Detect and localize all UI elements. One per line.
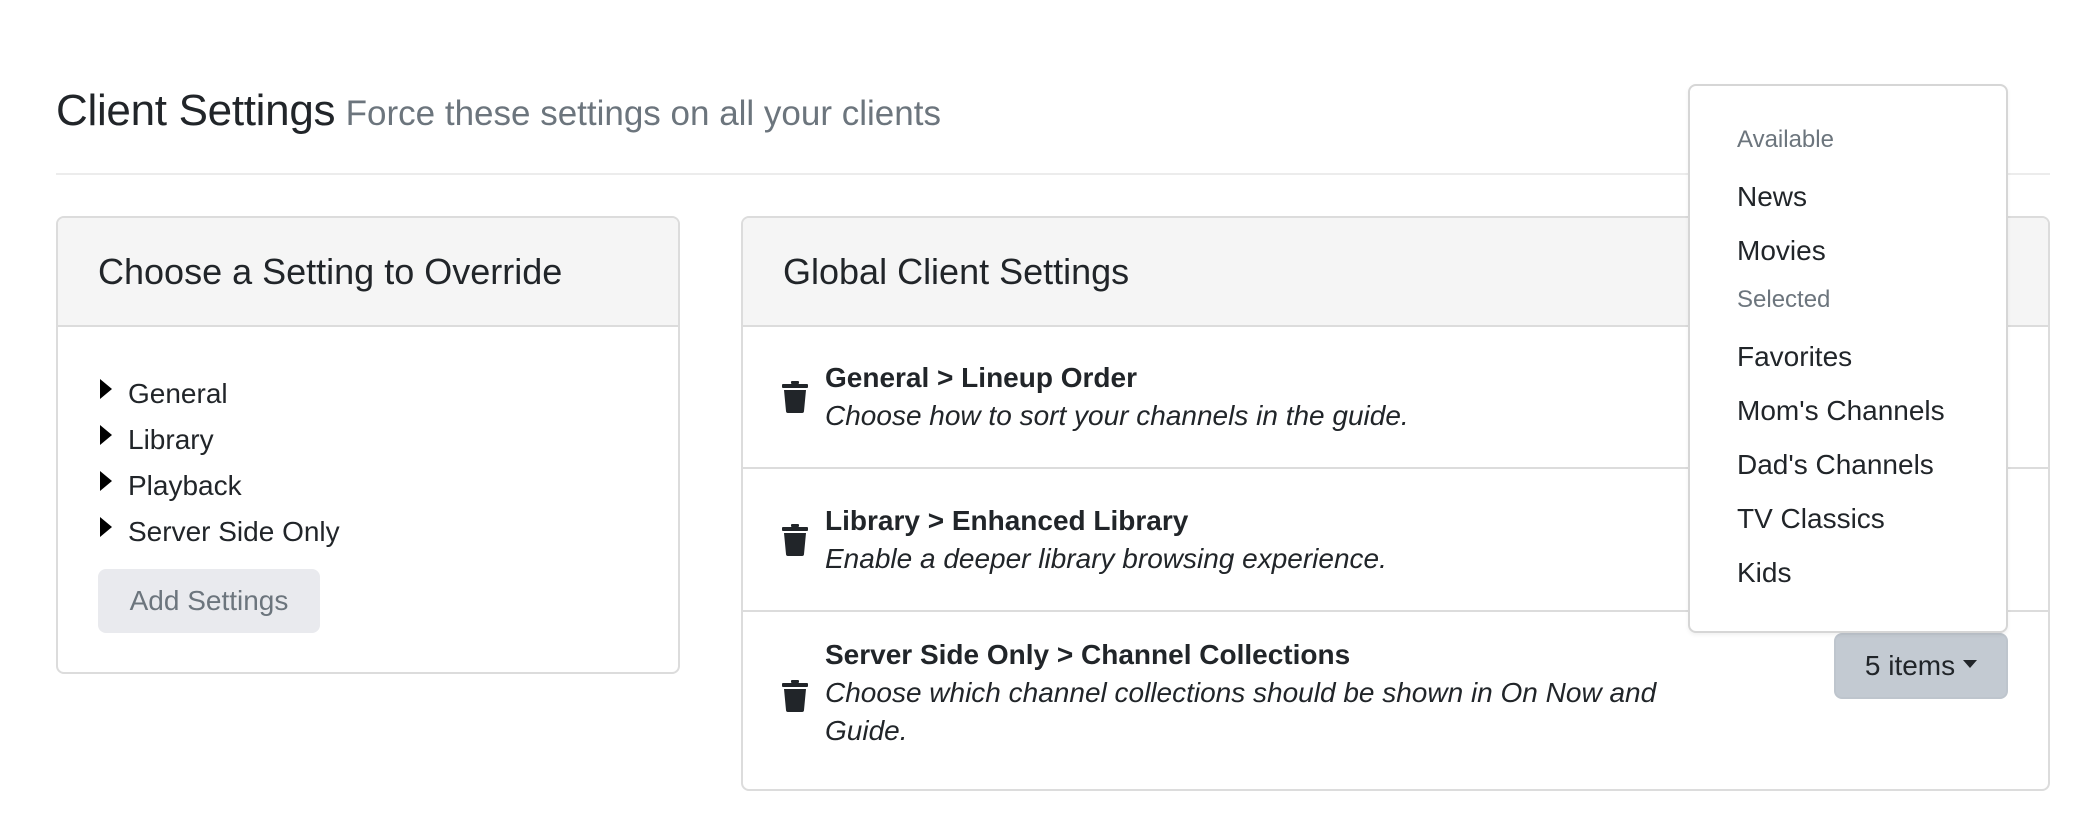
channel-collections-dropdown-menu: Available News Movies Selected Favorites… xyxy=(1688,84,2008,633)
setting-text: Library > Enhanced Library Enable a deep… xyxy=(825,502,1387,578)
trash-icon[interactable] xyxy=(781,523,809,556)
trash-icon[interactable] xyxy=(781,680,809,712)
channel-collections-dropdown-button[interactable]: 5 items xyxy=(1834,633,2008,699)
setting-category-tree: General Library Playback Server Side Onl… xyxy=(58,327,678,555)
caret-right-icon[interactable] xyxy=(100,471,112,491)
category-label: Server Side Only xyxy=(128,516,340,547)
category-label: General xyxy=(128,378,228,409)
page-title: Client Settings xyxy=(56,86,336,135)
dropdown-group-selected: Selected Favorites Mom's Channels Dad's … xyxy=(1690,278,2006,600)
dropdown-item[interactable]: Favorites xyxy=(1690,330,2006,384)
items-count-label: 5 items xyxy=(1864,650,1956,681)
choose-setting-card-header: Choose a Setting to Override xyxy=(58,218,678,327)
dropdown-item[interactable]: Dad's Channels xyxy=(1690,438,2006,492)
choose-setting-card: Choose a Setting to Override General Lib… xyxy=(56,216,680,674)
setting-title: Library > Enhanced Library xyxy=(825,504,1189,536)
setting-description: Enable a deeper library browsing experie… xyxy=(825,542,1387,574)
setting-title: Server Side Only > Channel Collections xyxy=(825,639,1351,670)
page-header: Client Settings Force these settings on … xyxy=(56,86,941,136)
dropdown-header: Selected xyxy=(1737,286,1831,313)
category-library[interactable]: Library xyxy=(100,417,678,463)
setting-row: Server Side Only > Channel Collections C… xyxy=(743,612,2048,789)
setting-text: Server Side Only > Channel Collections C… xyxy=(825,636,1665,750)
page-subtitle: Force these settings on all your clients xyxy=(345,94,941,133)
dropdown-group-available: Available News Movies xyxy=(1690,118,2006,278)
global-settings-title: Global Client Settings xyxy=(783,250,1130,292)
caret-right-icon[interactable] xyxy=(100,379,112,399)
setting-title: General > Lineup Order xyxy=(825,362,1137,393)
setting-description: Choose how to sort your channels in the … xyxy=(825,400,1409,431)
dropdown-item[interactable]: Mom's Channels xyxy=(1690,384,2006,438)
category-playback[interactable]: Playback xyxy=(100,463,678,509)
trash-icon[interactable] xyxy=(781,381,809,413)
category-server-side-only[interactable]: Server Side Only xyxy=(100,509,678,555)
caret-right-icon[interactable] xyxy=(100,425,112,445)
category-label: Library xyxy=(128,424,214,455)
category-label: Playback xyxy=(128,470,242,501)
category-general[interactable]: General xyxy=(100,371,678,417)
choose-setting-title: Choose a Setting to Override xyxy=(98,250,563,292)
dropdown-item[interactable]: News xyxy=(1690,170,2006,224)
setting-description: Choose which channel collections should … xyxy=(825,677,1657,746)
add-settings-button[interactable]: Add Settings xyxy=(98,569,320,633)
dropdown-item[interactable]: Movies xyxy=(1690,224,2006,278)
caret-right-icon[interactable] xyxy=(100,517,112,537)
setting-text: General > Lineup Order Choose how to sor… xyxy=(825,359,1409,435)
caret-down-icon xyxy=(1963,660,1978,668)
dropdown-item[interactable]: TV Classics xyxy=(1690,492,2006,546)
dropdown-header: Available xyxy=(1737,126,1834,153)
dropdown-item[interactable]: Kids xyxy=(1690,546,2006,600)
